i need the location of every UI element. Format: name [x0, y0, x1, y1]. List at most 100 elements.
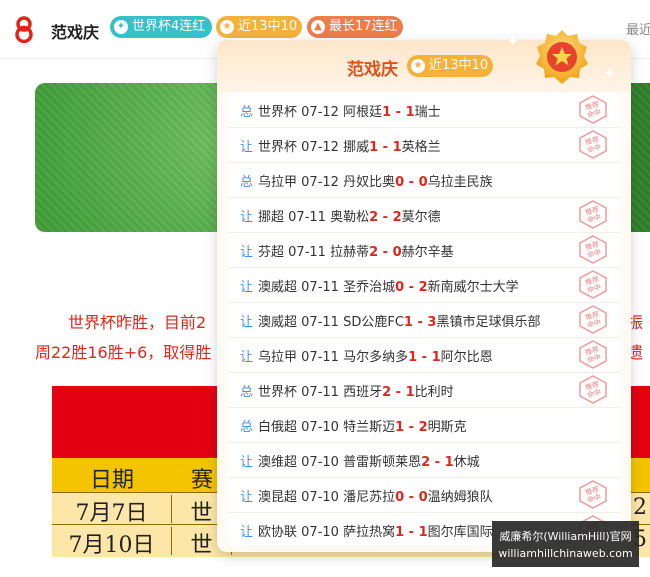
match-home-team: 萨拉热窝: [343, 525, 396, 540]
match-away-score: 0: [392, 245, 402, 260]
match-date: 07-10: [301, 490, 339, 505]
match-away-score: 0: [418, 490, 428, 505]
star-icon: ★: [220, 20, 234, 34]
match-info: 白俄超 07-10 特兰斯迈1 - 2明斯克: [258, 416, 467, 435]
match-away-team: 英格兰: [401, 140, 441, 155]
match-bet-type: 让: [240, 455, 254, 470]
match-row[interactable]: 让澳威超 07-11 圣乔治城0 - 2新南威尔士大学 推荐 命中: [228, 267, 620, 303]
match-home-team: 普雷斯顿莱恩: [343, 455, 422, 470]
match-info: 世界杯 07-12 阿根廷1 - 1瑞士: [258, 101, 441, 120]
match-home-team: 丹奴比奥: [343, 175, 396, 190]
row-tail: 2: [633, 495, 647, 520]
match-score-separator: -: [378, 245, 393, 260]
match-date: 07-10: [301, 455, 339, 470]
match-bet-type: 总: [240, 420, 254, 435]
match-away-team: 比利时: [414, 385, 454, 400]
match-away-team: 明斯克: [427, 420, 467, 435]
watermark-title: 威廉希尔(WilliamHill)官网: [499, 530, 632, 543]
match-row[interactable]: 让乌拉甲 07-11 马尔多纳多1 - 1阿尔比恩 推荐 命中: [228, 337, 620, 373]
record-popup: 范戏庆 ★ 近13中10 ✦ ✦ 总世界杯 07-12 阿根廷1 - 1瑞士 推荐…: [217, 30, 631, 552]
match-row[interactable]: 让世界杯 07-12 挪威1 - 1英格兰 推荐 命中: [228, 127, 620, 163]
match-home-team: 特兰斯迈: [343, 420, 396, 435]
match-away-team: 莫尔德: [401, 210, 441, 225]
logo-icon: [15, 16, 33, 43]
match-away-score: 1: [444, 455, 454, 470]
fire-icon: ▲: [311, 20, 325, 34]
match-date: 07-11: [301, 315, 339, 330]
match-score-separator: -: [412, 315, 428, 330]
match-league: 世界杯: [258, 385, 298, 400]
recent-link[interactable]: 最近: [626, 19, 650, 38]
match-home-score: 0: [395, 490, 405, 505]
match-row[interactable]: 让挪超 07-11 奥勒松2 - 2莫尔德 推荐 命中: [228, 197, 620, 233]
match-home-score: 1: [395, 525, 405, 540]
match-home-score: 1: [369, 140, 379, 155]
match-league: 白俄超: [258, 420, 298, 435]
match-row[interactable]: 总世界杯 07-11 西班牙2 - 1比利时 推荐 命中: [228, 372, 620, 408]
match-row[interactable]: 总世界杯 07-12 阿根廷1 - 1瑞士 推荐 命中: [228, 92, 620, 128]
match-row[interactable]: 总乌拉甲 07-12 丹奴比奥0 - 0乌拉圭民族: [228, 162, 620, 198]
match-home-score: 2: [369, 245, 379, 260]
match-home-team: 马尔多纳多: [343, 350, 409, 365]
site-watermark: 威廉希尔(WilliamHill)官网 williamhillchinaweb.…: [492, 521, 639, 567]
match-row[interactable]: 让澳威超 07-11 SD公鹿FC1 - 3黑镇市足球俱乐部 推荐 命中: [228, 302, 620, 338]
match-date: 07-10: [301, 525, 339, 540]
recommend-hit-stamp-icon: 推荐命中: [579, 95, 607, 124]
match-away-score: 1: [431, 350, 441, 365]
match-score-separator: -: [404, 280, 419, 295]
match-home-score: 2: [421, 455, 431, 470]
match-row[interactable]: 总白俄超 07-10 特兰斯迈1 - 2明斯克: [228, 407, 620, 443]
match-home-score: 1: [395, 420, 405, 435]
match-score-separator: -: [391, 385, 406, 400]
medal-icon: [536, 30, 588, 84]
match-home-team: SD公鹿FC: [343, 315, 404, 330]
match-date: 07-11: [288, 210, 326, 225]
match-away-score: 0: [418, 175, 428, 190]
match-home-score: 2: [369, 210, 379, 225]
sparkle-icon: ✦: [507, 34, 519, 50]
match-score-separator: -: [404, 490, 419, 505]
popup-header: 范戏庆 ★ 近13中10 ✦ ✦: [217, 30, 631, 92]
match-bet-type: 总: [240, 385, 254, 400]
match-info: 欧协联 07-10 萨拉热窝1 - 1图尔库国际: [258, 521, 493, 540]
match-score-separator: -: [404, 420, 419, 435]
match-league: 世界杯: [258, 140, 298, 155]
match-info: 乌拉甲 07-12 丹奴比奥0 - 0乌拉圭民族: [258, 171, 493, 190]
author-name[interactable]: 范戏庆: [51, 19, 99, 43]
match-row[interactable]: 让澳维超 07-10 普雷斯顿莱恩2 - 1休城: [228, 442, 620, 478]
match-row[interactable]: 让芬超 07-11 拉赫蒂2 - 0赫尔辛基 推荐 命中: [228, 232, 620, 268]
match-info: 世界杯 07-11 西班牙2 - 1比利时: [258, 381, 454, 400]
match-row[interactable]: 让澳昆超 07-10 潘尼苏拉0 - 0温纳姆狼队 推荐 命中: [228, 477, 620, 513]
match-home-team: 拉赫蒂: [330, 245, 370, 260]
match-bet-type: 让: [240, 315, 254, 330]
match-info: 乌拉甲 07-11 马尔多纳多1 - 1阿尔比恩: [258, 346, 493, 365]
match-away-score: 2: [418, 280, 428, 295]
match-date: 07-12: [301, 140, 339, 155]
match-league: 芬超: [258, 245, 285, 260]
match-bet-type: 让: [240, 245, 254, 260]
match-away-team: 赫尔辛基: [401, 245, 454, 260]
match-league: 澳维超: [258, 455, 298, 470]
recommend-hit-stamp-icon: 推荐命中: [579, 375, 607, 404]
longest-streak-label: 最长17连红: [329, 19, 398, 34]
match-score-separator: -: [430, 455, 445, 470]
match-league: 澳威超: [258, 315, 298, 330]
match-info: 世界杯 07-12 挪威1 - 1英格兰: [258, 136, 441, 155]
match-info: 澳威超 07-11 SD公鹿FC1 - 3黑镇市足球俱乐部: [258, 311, 540, 330]
match-home-team: 挪威: [343, 140, 370, 155]
match-bet-type: 让: [240, 210, 254, 225]
match-list[interactable]: 总世界杯 07-12 阿根廷1 - 1瑞士 推荐 命中让世界杯 07-12 挪威1 …: [228, 92, 620, 545]
match-score-separator: -: [378, 210, 393, 225]
worldcup-streak-badge: ✦ 世界杯4连红: [110, 16, 212, 38]
match-home-score: 0: [395, 280, 405, 295]
watermark-url: williamhillchinaweb.com: [498, 547, 633, 560]
match-away-team: 瑞士: [414, 105, 441, 120]
match-away-score: 1: [418, 525, 428, 540]
match-home-score: 0: [395, 175, 405, 190]
match-away-team: 图尔库国际: [427, 525, 493, 540]
recommend-hit-stamp-icon: 推荐命中: [579, 340, 607, 369]
recent-record-badge[interactable]: ★ 近13中10: [216, 16, 302, 38]
match-home-score: 1: [408, 350, 418, 365]
sparkle-icon: ✦: [603, 66, 615, 82]
match-date: 07-11: [301, 385, 339, 400]
